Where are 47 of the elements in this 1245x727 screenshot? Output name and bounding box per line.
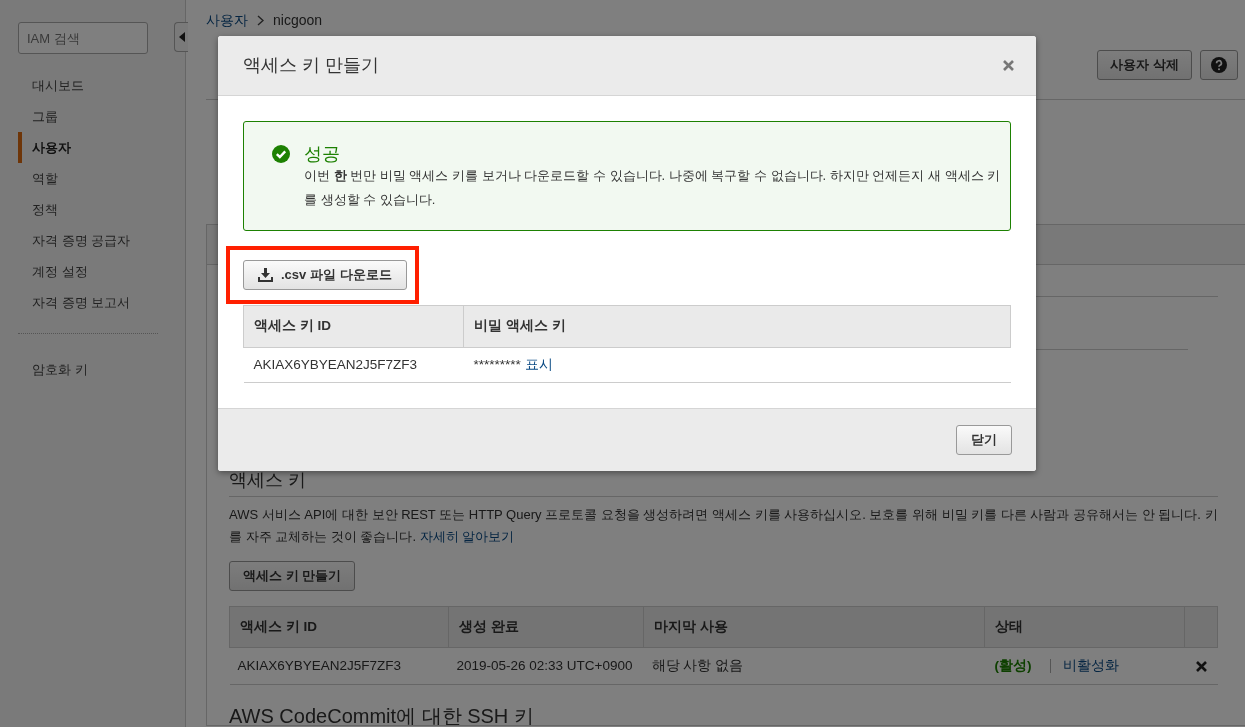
show-link[interactable]: 표시: [524, 356, 553, 372]
masked-secret: *********: [473, 356, 521, 372]
close-button[interactable]: [1001, 58, 1016, 73]
alert-title: 성공: [304, 144, 341, 164]
download-button[interactable]: .csv 파일 다운로드: [243, 260, 407, 290]
sidebar-item[interactable]: 대시보드: [18, 70, 185, 101]
help-icon: [1211, 57, 1227, 74]
breadcrumb-current: nicgoon: [273, 10, 323, 30]
sidebar-toggle[interactable]: [174, 22, 188, 52]
table-cell: 2019-05-26 02:33 UTC+0900: [448, 647, 644, 685]
check-circle-icon: [272, 145, 290, 163]
table-cell: 해당 사항 없음: [643, 647, 985, 685]
column-header: 생성 완료: [448, 606, 644, 648]
status-text: (활성): [994, 657, 1032, 673]
table-cell: AKIAX6YBYEAN2J5F7ZF3: [229, 647, 449, 685]
close-dialog-button[interactable]: 닫기: [956, 425, 1012, 455]
close-icon: [1003, 60, 1014, 71]
download-icon: [258, 268, 273, 282]
sidebar-item[interactable]: 그룹: [18, 101, 185, 132]
alert-message: 이번 한 번만 비밀 액세스 키를 보거나 다운로드할 수 있습니다. 나중에 복구할 수 없습니다. 하지만 언제든지 새 액세스 키를 생성할 수 있습니다.: [304, 167, 1002, 209]
sidebar-item[interactable]: 역할: [18, 163, 185, 194]
sidebar-item[interactable]: 정책: [18, 194, 185, 225]
column-header: 액세스 키 ID: [229, 606, 449, 648]
sidebar-item[interactable]: 자격 증명 공급자: [18, 225, 185, 256]
column-header: 상태: [984, 606, 1185, 648]
sidebar-item[interactable]: 자격 증명 보고서: [18, 287, 185, 318]
deactivate-link[interactable]: 비활성화: [1062, 657, 1119, 673]
column-header: 마지막 사용: [643, 606, 985, 648]
separator: [1049, 659, 1051, 674]
caret-left-icon: [178, 32, 185, 42]
column-header: 액세스 키 ID: [243, 305, 464, 348]
sidebar-item[interactable]: 사용자: [18, 132, 185, 163]
table-cell: AKIAX6YBYEAN2J5F7ZF3: [243, 347, 464, 383]
create-access-key-button[interactable]: 액세스 키 만들기: [229, 561, 356, 591]
column-header: 비밀 액세스 키: [463, 305, 1011, 348]
delete-user-button[interactable]: 사용자 삭제: [1097, 49, 1192, 80]
sidebar-item[interactable]: 계정 설정: [18, 256, 185, 287]
chevron-right-icon: [257, 14, 264, 26]
sidebar-item[interactable]: 암호화 키: [18, 354, 185, 385]
learn-more-link[interactable]: 자세히 알아보기: [419, 529, 515, 544]
section-title: AWS CodeCommit에 대한 SSH 키: [229, 704, 535, 725]
breadcrumb-link[interactable]: 사용자: [206, 9, 248, 31]
help-button[interactable]: [1200, 49, 1238, 80]
delete-icon[interactable]: [1195, 660, 1207, 672]
search-field[interactable]: IAM 검색: [18, 22, 148, 54]
dialog-title: 액세스 키 만들기: [243, 54, 380, 77]
description-text: AWS 서비스 API에 대한 보안 REST 또는 HTTP Query 프로토콜 요청을 생성하려면 액세스 키를 사용하십시오. 보호를 위해 비밀 키를 다른 사람과 공유해서는 안 됩니다. 키를 자주 교체하는 것이 좋습니다. 자세히 알아보기: [229, 506, 1218, 546]
